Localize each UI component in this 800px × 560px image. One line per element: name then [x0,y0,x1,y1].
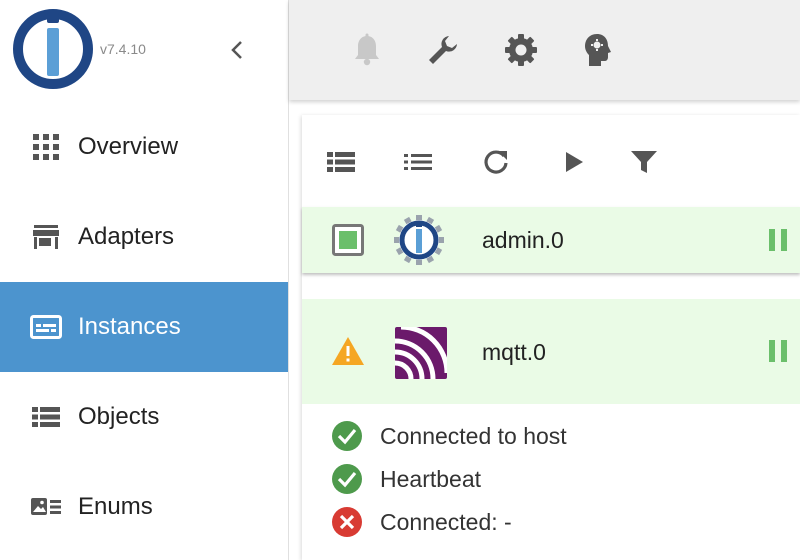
refresh-icon [484,150,508,174]
list-expanded-icon [327,152,355,172]
status-heartbeat: Heartbeat [330,462,481,496]
sidebar-item-adapters[interactable]: Adapters [0,192,288,282]
compact-view-button[interactable] [401,145,435,179]
mqtt-icon [394,324,450,380]
wrench-icon [429,36,457,64]
sidebar-item-label: Enums [78,493,153,520]
settings-wrench-button[interactable] [423,30,463,70]
iobroker-logo-icon [12,8,94,90]
instance-row-admin[interactable]: admin.0 [302,207,800,273]
warning-icon [330,335,366,367]
top-toolbar [289,0,800,100]
pause-icon [769,340,787,362]
sidebar-item-overview[interactable]: Overview [0,102,288,192]
expanded-view-button[interactable] [324,145,358,179]
collapse-sidebar-button[interactable] [224,36,250,64]
expert-mode-button[interactable] [578,30,618,70]
sidebar-item-label: Overview [78,133,179,160]
list-compact-icon [404,154,432,170]
error-circle-icon [330,505,364,539]
instance-status-running [332,224,364,256]
status-connected: Connected: - [330,505,512,539]
sidebar-item-enums[interactable]: Enums [0,462,288,552]
notifications-button[interactable] [347,30,387,70]
enums-icon [30,491,62,523]
check-circle-icon [330,419,364,453]
gear-icon [505,34,537,66]
chevron-left-icon [231,41,242,59]
pause-instance-button[interactable] [766,228,790,252]
status-connected-to-host: Connected to host [330,419,567,453]
instances-icon [30,311,62,343]
instance-name: mqtt.0 [482,339,546,365]
instance-name: admin.0 [482,227,564,253]
status-text: Connected to host [380,422,567,449]
start-all-button[interactable] [557,145,591,179]
iobroker-admin-icon [394,215,444,265]
filter-button[interactable] [627,145,661,179]
sidebar: v7.4.10 Overview Adapters Instances Obje… [0,0,289,560]
store-icon [30,221,62,253]
filter-icon [631,151,657,173]
play-icon [566,152,583,172]
expert-head-icon [585,34,611,66]
sidebar-item-objects[interactable]: Objects [0,372,288,462]
list-icon [30,401,62,433]
version-label: v7.4.10 [100,41,146,57]
sidebar-item-label: Adapters [78,223,175,250]
refresh-button[interactable] [479,145,513,179]
sidebar-item-instances[interactable]: Instances [0,282,288,372]
sidebar-item-label: Instances [78,313,181,340]
pause-instance-button[interactable] [766,339,790,363]
settings-gear-button[interactable] [501,30,541,70]
pause-icon [769,229,787,251]
status-text: Connected: - [380,508,512,535]
grid-icon [30,131,62,163]
bell-icon [355,33,379,66]
sidebar-item-label: Objects [78,403,160,430]
check-circle-icon [330,462,364,496]
status-text: Heartbeat [380,465,482,492]
instance-row-mqtt[interactable]: mqtt.0 [302,299,800,404]
instances-panel: admin.0 mqtt.0 Connected to host Heartbe… [302,115,800,560]
